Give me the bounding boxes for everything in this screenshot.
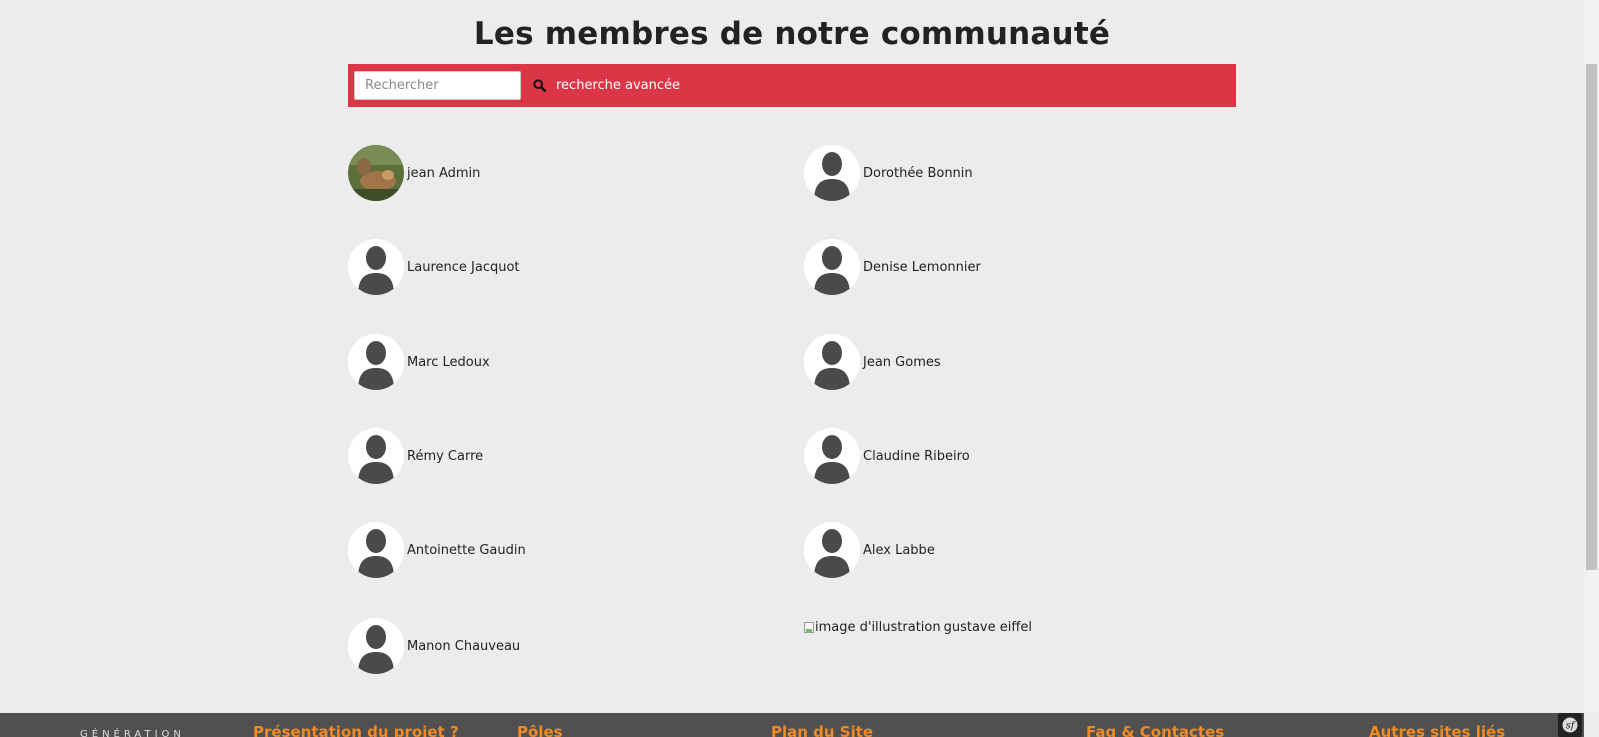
default-avatar-icon bbox=[348, 522, 404, 578]
member-item[interactable]: Denise Lemonnier bbox=[804, 239, 981, 295]
member-name[interactable]: Alex Labbe bbox=[863, 543, 935, 558]
member-name[interactable]: Claudine Ribeiro bbox=[863, 449, 970, 464]
member-item[interactable]: Manon Chauveau bbox=[348, 618, 520, 674]
scrollbar-thumb[interactable] bbox=[1586, 64, 1597, 570]
scrollbar-track[interactable] bbox=[1584, 0, 1599, 713]
member-name[interactable]: gustave eiffel bbox=[944, 620, 1032, 635]
member-avatar-photo bbox=[348, 145, 404, 201]
member-name[interactable]: Rémy Carre bbox=[407, 449, 483, 464]
advanced-search-link[interactable]: recherche avancée bbox=[533, 78, 680, 93]
image-alt-text: image d'illustration bbox=[815, 620, 941, 635]
search-bar: recherche avancée bbox=[348, 64, 1236, 107]
default-avatar-icon bbox=[348, 428, 404, 484]
member-name[interactable]: Jean Gomes bbox=[863, 355, 941, 370]
footer-link[interactable]: Faq & Contactes bbox=[1086, 723, 1224, 737]
footer-link[interactable]: Présentation du projet ? bbox=[253, 723, 459, 737]
member-item[interactable]: Alex Labbe bbox=[804, 522, 935, 578]
member-item[interactable]: Antoinette Gaudin bbox=[348, 522, 526, 578]
member-item[interactable]: Marc Ledoux bbox=[348, 334, 490, 390]
footer-link[interactable]: Plan du Site bbox=[771, 723, 873, 737]
member-name[interactable]: Laurence Jacquot bbox=[407, 260, 520, 275]
footer-link[interactable]: Pôles bbox=[517, 723, 563, 737]
footer-link[interactable]: Autres sites liés bbox=[1369, 723, 1505, 737]
default-avatar-icon bbox=[348, 334, 404, 390]
member-item[interactable]: Rémy Carre bbox=[348, 428, 483, 484]
default-avatar-icon bbox=[804, 145, 860, 201]
default-avatar-icon bbox=[348, 239, 404, 295]
symfony-icon: sf bbox=[1562, 717, 1578, 733]
footer-brand: GÉNÉRATION bbox=[80, 729, 185, 737]
footer: GÉNÉRATION Présentation du projet ? Pôles… bbox=[0, 713, 1584, 737]
search-icon bbox=[533, 79, 546, 92]
symfony-toolbar-icon[interactable]: sf bbox=[1558, 713, 1582, 737]
member-name[interactable]: Dorothée Bonnin bbox=[863, 166, 973, 181]
member-item[interactable]: Laurence Jacquot bbox=[348, 239, 520, 295]
member-item[interactable]: jean Admin bbox=[348, 145, 480, 201]
search-input[interactable] bbox=[354, 71, 521, 100]
default-avatar-icon bbox=[804, 428, 860, 484]
member-item[interactable]: Jean Gomes bbox=[804, 334, 941, 390]
member-item[interactable]: Claudine Ribeiro bbox=[804, 428, 970, 484]
member-name[interactable]: Manon Chauveau bbox=[407, 639, 520, 654]
default-avatar-icon bbox=[348, 618, 404, 674]
member-item[interactable]: Dorothée Bonnin bbox=[804, 145, 973, 201]
page-title: Les membres de notre communauté bbox=[473, 16, 1111, 52]
member-name[interactable]: Denise Lemonnier bbox=[863, 260, 981, 275]
page: Les membres de notre communauté recherch… bbox=[0, 0, 1599, 737]
default-avatar-icon bbox=[804, 522, 860, 578]
member-avatar-broken: image d'illustration bbox=[804, 620, 941, 635]
advanced-search-label: recherche avancée bbox=[556, 78, 681, 93]
member-item[interactable]: image d'illustration gustave eiffel bbox=[804, 620, 1032, 635]
member-name[interactable]: jean Admin bbox=[407, 166, 480, 181]
default-avatar-icon bbox=[804, 334, 860, 390]
default-avatar-icon bbox=[804, 239, 860, 295]
member-name[interactable]: Antoinette Gaudin bbox=[407, 543, 526, 558]
member-name[interactable]: Marc Ledoux bbox=[407, 355, 490, 370]
broken-image-icon bbox=[804, 622, 814, 633]
